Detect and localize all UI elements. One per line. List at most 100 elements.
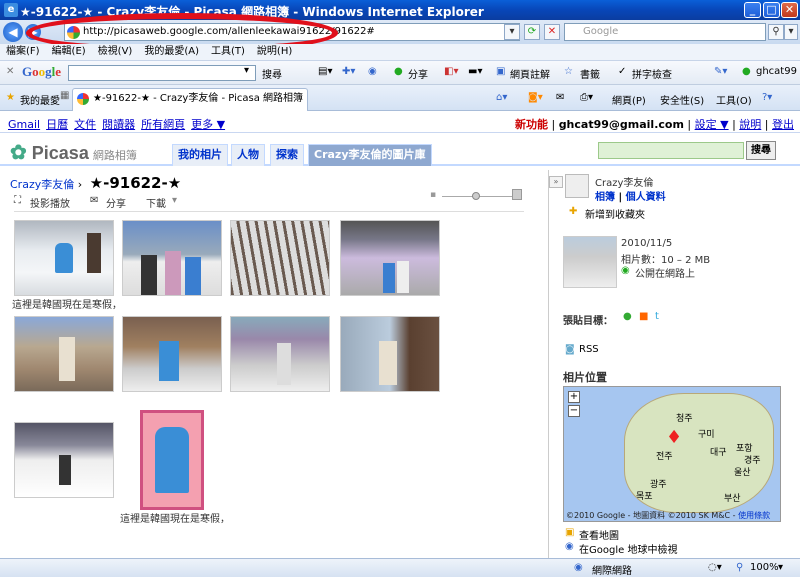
gbar-more[interactable]: 更多 ▼ — [191, 118, 225, 131]
share-mail-icon[interactable]: ✉ — [90, 195, 98, 206]
location-map[interactable]: + − ♦ 대구 포항 울산 부산 광주 전주 목포 경주 청주 구미 ©201… — [563, 386, 781, 522]
slider-handle[interactable] — [472, 192, 480, 200]
photo-thumbnail[interactable] — [14, 316, 114, 392]
blogger-icon[interactable]: ● — [623, 311, 632, 322]
picasa-logo[interactable]: ✿ Picasa 網路相簿 — [10, 140, 137, 165]
photo-thumbnail[interactable] — [140, 410, 204, 510]
toolbar-search-input[interactable] — [68, 65, 256, 81]
address-dropdown-button[interactable]: ▾ — [504, 24, 520, 40]
rss-link[interactable]: RSS — [579, 344, 599, 355]
menu-tools[interactable]: 工具(T) — [211, 46, 245, 57]
map-terms-link[interactable]: 使用條款 — [738, 511, 770, 520]
stop-icon[interactable]: ✕ — [544, 24, 560, 40]
toolbar-account-button[interactable]: ghcat99 — [756, 66, 797, 77]
photo-thumbnail[interactable] — [340, 220, 440, 296]
tab-grid-icon[interactable]: ▦ — [60, 90, 69, 101]
gbar-new[interactable]: 新功能 — [515, 118, 548, 131]
menu-favorites[interactable]: 我的最愛(A) — [144, 46, 199, 57]
menu-help[interactable]: 說明(H) — [257, 46, 292, 57]
tab-explore[interactable]: 探索 — [270, 144, 304, 166]
protected-mode-icon[interactable]: ◌▾ — [708, 562, 722, 573]
toolbar-search-button[interactable]: 搜尋 — [262, 66, 282, 81]
tab-people[interactable]: 人物 — [231, 144, 265, 166]
gbar-settings[interactable]: 設定 ▼ — [695, 118, 729, 131]
menu-edit[interactable]: 編輯(E) — [52, 46, 86, 57]
download-button[interactable]: 下載 — [146, 195, 166, 210]
photo-thumbnail[interactable] — [122, 220, 222, 296]
gbar-gmail[interactable]: Gmail — [8, 118, 40, 131]
user-dot-icon: ● — [742, 66, 751, 77]
gbar-calendar[interactable]: 日曆 — [46, 118, 68, 131]
picasa-search-button[interactable]: 搜尋 — [746, 141, 776, 160]
tools-menu-button[interactable]: 工具(O) — [716, 92, 752, 107]
toolbar-dropdown-icon[interactable]: ▾ — [244, 65, 249, 76]
collapse-sidebar-button[interactable]: » — [549, 176, 563, 188]
browser-tab[interactable]: ★-91622-★ - Crazy李友倫 - Picasa 網路相簿 — [72, 88, 308, 111]
gbar-web[interactable]: 所有網頁 — [141, 118, 185, 131]
gbar-docs[interactable]: 文件 — [74, 118, 96, 131]
map-zoom-out-button[interactable]: − — [568, 405, 580, 417]
toolbar-page-icon[interactable]: ▤▾ — [318, 66, 332, 77]
google-earth-link[interactable]: 在Google 地球中檢視 — [579, 541, 677, 556]
toolbar-mail-icon[interactable]: ◧▾ — [444, 66, 458, 77]
picasa-search-input[interactable] — [598, 142, 744, 159]
print-icon[interactable]: ⎙▾ — [580, 92, 593, 103]
toolbar-doc-icon[interactable]: ▬▾ — [468, 66, 482, 77]
profile-link[interactable]: 個人資料 — [626, 192, 666, 203]
refresh-icon[interactable]: ⟳ — [524, 24, 540, 40]
photo-thumbnail[interactable] — [14, 422, 114, 498]
gbar-reader[interactable]: 閱讀器 — [102, 118, 135, 131]
map-pin-icon[interactable]: ♦ — [666, 427, 682, 448]
mail-icon[interactable]: ✉ — [556, 92, 564, 103]
photo-thumbnail[interactable] — [340, 316, 440, 392]
toolbar-notes-button[interactable]: 網頁註解 — [510, 66, 550, 81]
view-map-link[interactable]: 查看地圖 — [579, 527, 619, 542]
toolbar-close-icon[interactable]: ✕ — [6, 66, 14, 77]
tab-gallery[interactable]: Crazy李友倫的圖片庫 — [308, 144, 432, 166]
toolbar-globe-icon[interactable]: ◉ — [368, 66, 377, 77]
menu-file[interactable]: 檔案(F) — [6, 46, 40, 57]
gbar-signout[interactable]: 登出 — [772, 118, 794, 131]
slideshow-button[interactable]: 投影播放 — [30, 195, 70, 210]
add-favorite-link[interactable]: 新增到收藏夾 — [585, 206, 645, 221]
search-input[interactable]: Google — [564, 23, 766, 41]
photo-thumbnail[interactable] — [230, 316, 330, 392]
thumbnail-size-slider[interactable]: ▪ — [430, 189, 524, 202]
maximize-button[interactable]: □ — [763, 2, 780, 18]
twitter-icon[interactable]: t — [655, 311, 659, 322]
photo-thumbnail[interactable] — [230, 220, 330, 296]
help-icon[interactable]: ?▾ — [762, 92, 772, 103]
breadcrumb-owner[interactable]: Crazy李友倫 — [10, 178, 74, 191]
blog-icon[interactable]: ■ — [639, 311, 648, 322]
toolbar-share-button[interactable]: 分享 — [408, 66, 428, 81]
toolbar-bookmarks-button[interactable]: 書籤 — [580, 66, 600, 81]
slideshow-icon[interactable]: ⛶ — [14, 195, 21, 206]
photo-thumbnail[interactable] — [14, 220, 114, 296]
avatar[interactable] — [565, 174, 589, 198]
menu-view[interactable]: 檢視(V) — [98, 46, 133, 57]
zoom-dropdown-icon[interactable]: ▾ — [778, 562, 783, 573]
page-menu-button[interactable]: 網頁(P) — [612, 92, 646, 107]
feeds-icon[interactable]: ◙▾ — [528, 92, 543, 103]
album-cover-thumbnail[interactable] — [563, 236, 617, 288]
search-options-button[interactable]: ▾ — [784, 24, 798, 40]
toolbar-plus-icon[interactable]: ✚▾ — [342, 66, 355, 77]
toolbar-spellcheck-button[interactable]: 拼字檢查 — [632, 66, 672, 81]
favorites-button[interactable]: 我的最愛 — [20, 92, 60, 107]
wrench-icon[interactable]: ✎▾ — [714, 66, 727, 77]
gbar-help[interactable]: 說明 — [739, 118, 761, 131]
share-button[interactable]: 分享 — [106, 195, 126, 210]
tab-my-photos[interactable]: 我的相片 — [172, 144, 228, 166]
photo-count: 相片數：10 – 2 MB — [621, 255, 711, 266]
close-button[interactable]: ✕ — [781, 2, 798, 18]
minimize-button[interactable]: _ — [744, 2, 761, 18]
search-icon[interactable]: ⚲ — [768, 24, 784, 40]
safety-menu-button[interactable]: 安全性(S) — [660, 92, 704, 107]
download-dropdown-icon[interactable]: ▾ — [172, 195, 177, 206]
map-zoom-in-button[interactable]: + — [568, 391, 580, 403]
zoom-level[interactable]: 100% — [750, 562, 779, 573]
back-button[interactable]: ◀ — [3, 22, 23, 42]
home-icon[interactable]: ⌂▾ — [496, 92, 507, 103]
photo-thumbnail[interactable] — [122, 316, 222, 392]
album-link[interactable]: 相簿 — [595, 192, 615, 203]
